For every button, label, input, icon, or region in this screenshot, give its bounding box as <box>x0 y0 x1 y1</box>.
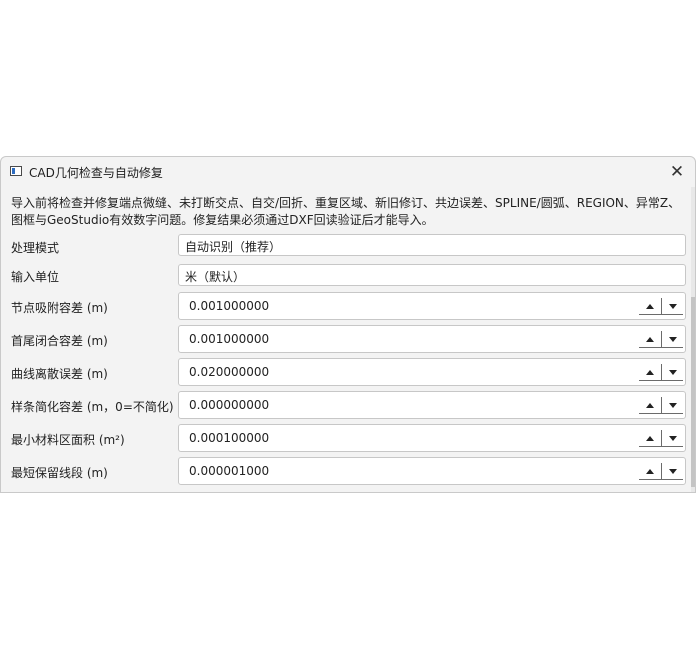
form-row-node-snap-tolerance: 节点吸附容差 (m) 0.001000000 <box>1 292 695 320</box>
spin-down-button[interactable] <box>661 331 683 348</box>
form-row-spline-simplify-tolerance: 样条简化容差 (m，0=不简化) 0.000000000 <box>1 391 695 419</box>
curve-discretization-error-label: 曲线离散误差 (m) <box>11 367 108 381</box>
curve-discretization-error-spinbox[interactable]: 0.020000000 <box>178 358 686 386</box>
close-icon[interactable]: ✕ <box>665 160 689 184</box>
cad-geometry-check-dialog: CAD几何检查与自动修复 ✕ 导入前将检查并修复端点微缝、未打断交点、自交/回折… <box>0 156 696 493</box>
spin-up-button[interactable] <box>639 331 661 348</box>
triangle-up-icon <box>646 468 654 474</box>
min-segment-length-label: 最短保留线段 (m) <box>11 466 108 480</box>
triangle-down-icon <box>668 435 677 441</box>
form-row-min-segment-length: 最短保留线段 (m) 0.000001000 <box>1 457 695 485</box>
triangle-down-icon <box>668 303 677 309</box>
node-snap-tolerance-spinbox[interactable]: 0.001000000 <box>178 292 686 320</box>
triangle-up-icon <box>646 435 654 441</box>
processing-mode-label: 处理模式 <box>11 241 60 255</box>
dialog-title: CAD几何检查与自动修复 <box>29 166 163 180</box>
min-material-area-value: 0.000100000 <box>189 431 270 445</box>
curve-discretization-error-value: 0.020000000 <box>189 365 270 379</box>
spin-down-button[interactable] <box>661 364 683 381</box>
triangle-down-icon <box>668 402 677 408</box>
closure-tolerance-label: 首尾闭合容差 (m) <box>11 334 108 348</box>
spin-up-button[interactable] <box>639 430 661 447</box>
node-snap-tolerance-value: 0.001000000 <box>189 299 270 313</box>
spin-up-button[interactable] <box>639 397 661 414</box>
spin-up-button[interactable] <box>639 298 661 315</box>
min-material-area-label: 最小材料区面积 (m²) <box>11 433 125 447</box>
triangle-down-icon <box>668 369 677 375</box>
form-row-processing-mode: 处理模式 自动识别（推荐） <box>1 234 695 262</box>
form-row-input-unit: 输入单位 米（默认） <box>1 264 695 292</box>
app-window-icon <box>10 166 22 176</box>
closure-tolerance-spinbox[interactable]: 0.001000000 <box>178 325 686 353</box>
description-text: 导入前将检查并修复端点微缝、未打断交点、自交/回折、重复区域、新旧修订、共边误差… <box>11 196 681 227</box>
spin-down-button[interactable] <box>661 397 683 414</box>
spin-down-button[interactable] <box>661 298 683 315</box>
triangle-up-icon <box>646 369 654 375</box>
vertical-scrollbar[interactable] <box>691 187 695 492</box>
spin-up-button[interactable] <box>639 463 661 480</box>
min-segment-length-value: 0.000001000 <box>189 464 270 478</box>
node-snap-tolerance-label: 节点吸附容差 (m) <box>11 301 108 315</box>
scrollbar-thumb[interactable] <box>691 297 695 487</box>
input-unit-label: 输入单位 <box>11 270 60 284</box>
title-bar: CAD几何检查与自动修复 ✕ <box>1 157 695 187</box>
triangle-up-icon <box>646 303 654 309</box>
form-row-min-material-area: 最小材料区面积 (m²) 0.000100000 <box>1 424 695 452</box>
form-row-closure-tolerance: 首尾闭合容差 (m) 0.001000000 <box>1 325 695 353</box>
spline-simplify-tolerance-value: 0.000000000 <box>189 398 270 412</box>
triangle-down-icon <box>668 468 677 474</box>
input-unit-select[interactable]: 米（默认） <box>178 264 686 286</box>
triangle-up-icon <box>646 336 654 342</box>
form-row-curve-discretization-error: 曲线离散误差 (m) 0.020000000 <box>1 358 695 386</box>
spin-down-button[interactable] <box>661 430 683 447</box>
triangle-down-icon <box>668 336 677 342</box>
spline-simplify-tolerance-label: 样条简化容差 (m，0=不简化) <box>11 400 174 414</box>
processing-mode-value: 自动识别（推荐） <box>185 240 282 254</box>
min-material-area-spinbox[interactable]: 0.000100000 <box>178 424 686 452</box>
min-segment-length-spinbox[interactable]: 0.000001000 <box>178 457 686 485</box>
input-unit-value: 米（默认） <box>185 270 246 284</box>
triangle-up-icon <box>646 402 654 408</box>
spline-simplify-tolerance-spinbox[interactable]: 0.000000000 <box>178 391 686 419</box>
spin-up-button[interactable] <box>639 364 661 381</box>
processing-mode-select[interactable]: 自动识别（推荐） <box>178 234 686 256</box>
spin-down-button[interactable] <box>661 463 683 480</box>
closure-tolerance-value: 0.001000000 <box>189 332 270 346</box>
